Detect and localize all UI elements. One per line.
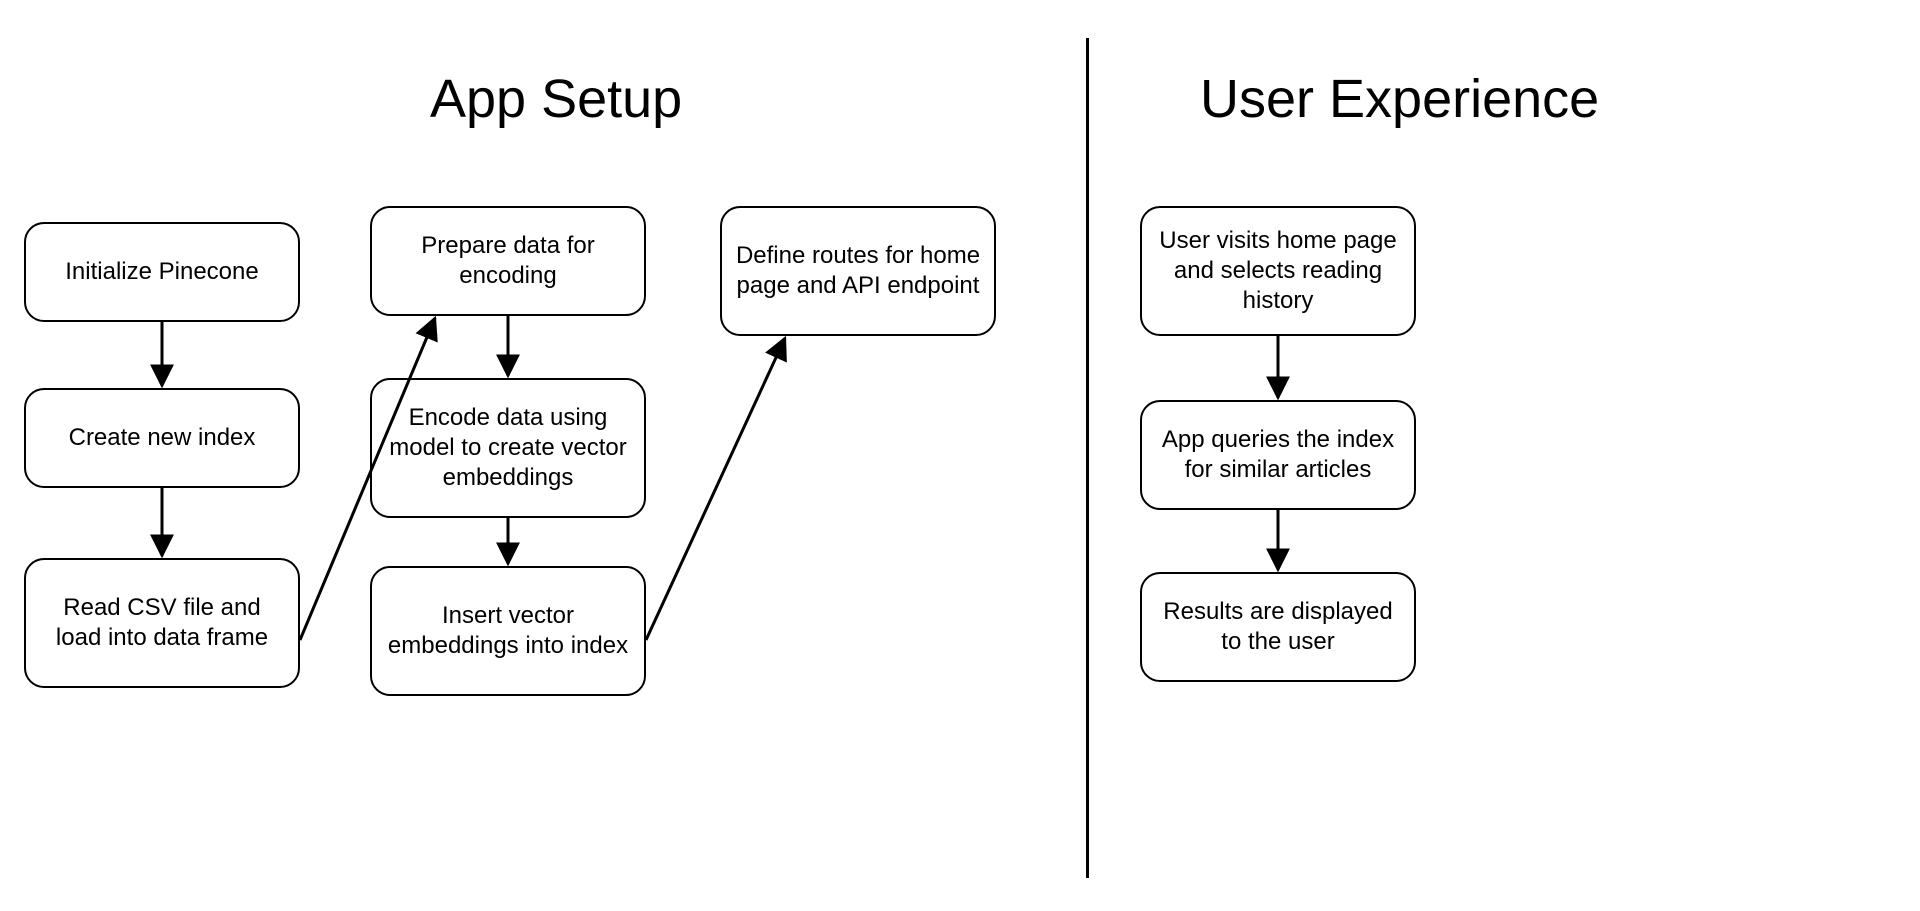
title-user-experience: User Experience [1200,68,1599,130]
node-results-displayed: Results are displayed to the user [1140,572,1416,682]
section-divider [1086,38,1089,878]
node-create-index: Create new index [24,388,300,488]
node-prepare-data: Prepare data for encoding [370,206,646,316]
node-read-csv: Read CSV file and load into data frame [24,558,300,688]
node-app-queries: App queries the index for similar articl… [1140,400,1416,510]
node-define-routes: Define routes for home page and API endp… [720,206,996,336]
node-initialize-pinecone: Initialize Pinecone [24,222,300,322]
node-encode-data: Encode data using model to create vector… [370,378,646,518]
title-app-setup: App Setup [430,68,682,130]
node-insert-vectors: Insert vector embeddings into index [370,566,646,696]
node-user-visits: User visits home page and selects readin… [1140,206,1416,336]
